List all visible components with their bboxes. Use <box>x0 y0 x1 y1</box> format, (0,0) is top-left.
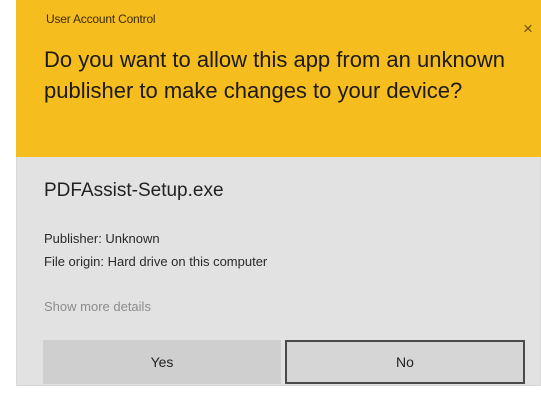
dialog-header: User Account Control × Do you want to al… <box>16 0 541 157</box>
app-name: PDFAssist-Setup.exe <box>44 180 224 201</box>
show-more-details-link[interactable]: Show more details <box>44 299 151 314</box>
dialog-title: User Account Control <box>46 12 156 26</box>
yes-button[interactable]: Yes <box>43 340 281 384</box>
prompt-question: Do you want to allow this app from an un… <box>44 47 506 103</box>
publisher-info: Publisher: Unknown <box>44 231 160 246</box>
file-origin-info: File origin: Hard drive on this computer <box>44 254 268 269</box>
no-button[interactable]: No <box>285 340 525 384</box>
uac-dialog: User Account Control × Do you want to al… <box>16 0 541 386</box>
close-icon[interactable]: × <box>517 18 539 40</box>
